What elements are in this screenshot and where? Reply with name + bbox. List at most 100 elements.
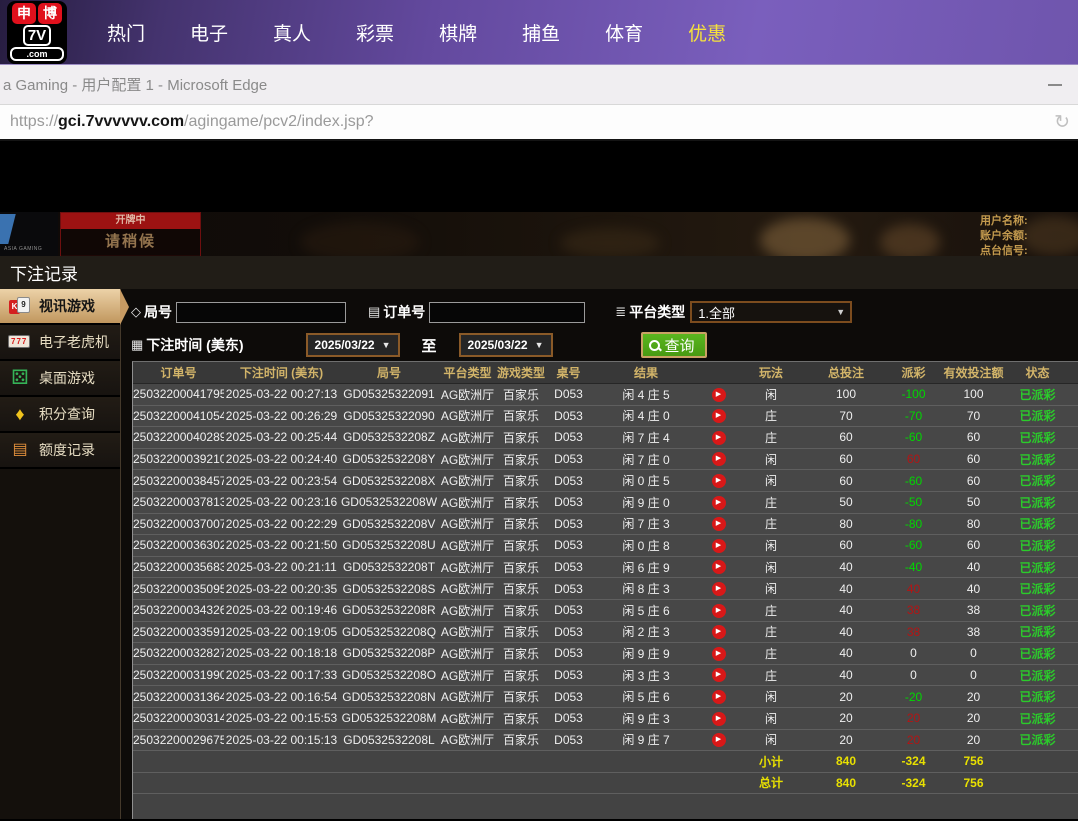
cell-bet: 40 bbox=[806, 668, 886, 682]
cell-round: GD05325322091 bbox=[339, 387, 439, 401]
nav-item[interactable]: 彩票 bbox=[356, 19, 394, 46]
cell-order: 250322000328270 bbox=[133, 646, 224, 660]
cell-valid: 80 bbox=[941, 517, 1006, 531]
nav-item[interactable]: 体育 bbox=[605, 19, 643, 46]
nav-item[interactable]: 热门 bbox=[107, 19, 145, 46]
logo-badge-right: 博 bbox=[38, 3, 62, 24]
dice-icon bbox=[8, 369, 32, 387]
bet-time-label: 下注时间 (美东) bbox=[146, 335, 243, 355]
cell-result: 闲 2 庄 3 bbox=[591, 623, 701, 640]
url-path: /agingame/pcv2/index.jsp? bbox=[184, 113, 373, 131]
cell-game: 百家乐 bbox=[496, 494, 546, 511]
replay-video-icon[interactable]: ▶ bbox=[712, 582, 726, 596]
cell-platform: AG欧洲厅 bbox=[439, 688, 496, 705]
cell-result: 闲 6 庄 9 bbox=[591, 559, 701, 576]
sidebar-item[interactable]: 桌面游戏 bbox=[0, 361, 120, 397]
refresh-icon[interactable]: ↻ bbox=[1054, 111, 1070, 134]
replay-video-icon[interactable]: ▶ bbox=[712, 474, 726, 488]
replay-video-icon[interactable]: ▶ bbox=[712, 517, 726, 531]
sidebar-item[interactable]: 电子老虎机 bbox=[0, 325, 120, 361]
cell-replay: ▶ bbox=[701, 711, 736, 726]
cell-table: D053 bbox=[546, 603, 591, 617]
cell-valid: 50 bbox=[941, 495, 1006, 509]
document-icon bbox=[8, 441, 32, 459]
cell-platform: AG欧洲厅 bbox=[439, 407, 496, 424]
cell-time: 2025-03-22 00:15:53 bbox=[224, 711, 339, 725]
cell-result: 闲 8 庄 3 bbox=[591, 580, 701, 597]
cell-status: 已派彩 bbox=[1006, 667, 1069, 684]
replay-video-icon[interactable]: ▶ bbox=[712, 733, 726, 747]
nav-item[interactable]: 真人 bbox=[273, 19, 311, 46]
url-domain: gci.7vvvvvv.com bbox=[58, 113, 184, 131]
replay-video-icon[interactable]: ▶ bbox=[712, 388, 726, 402]
replay-video-icon[interactable]: ▶ bbox=[712, 431, 726, 445]
sidebar-item[interactable]: 积分查询 bbox=[0, 397, 120, 433]
cell-payout: 38 bbox=[886, 603, 941, 617]
cell-payout: -60 bbox=[886, 430, 941, 444]
cell-payout: -50 bbox=[886, 495, 941, 509]
nav-item[interactable]: 优惠 bbox=[688, 19, 726, 46]
address-bar[interactable]: https://gci.7vvvvvv.com/agingame/pcv2/in… bbox=[0, 104, 1078, 141]
cell-round: GD0532532208W bbox=[339, 495, 439, 509]
table-row: 2503220003031422025-03-22 00:15:53GD0532… bbox=[133, 708, 1078, 730]
header-cell: 局号 bbox=[339, 364, 439, 381]
cell-result: 闲 4 庄 5 bbox=[591, 386, 701, 403]
cell-play: 庄 bbox=[736, 623, 806, 640]
search-button[interactable]: 查询 bbox=[641, 332, 707, 358]
cell-table: D053 bbox=[546, 409, 591, 423]
cell-game: 百家乐 bbox=[496, 688, 546, 705]
cell-order: 250322000410546 bbox=[133, 409, 224, 423]
cell-round: GD0532532208P bbox=[339, 646, 439, 660]
cell-time: 2025-03-22 00:19:46 bbox=[224, 603, 339, 617]
nav-item[interactable]: 棋牌 bbox=[439, 19, 477, 46]
cell-round: GD0532532208U bbox=[339, 538, 439, 552]
site-logo[interactable]: 申 博 7V .com bbox=[7, 1, 67, 64]
replay-video-icon[interactable]: ▶ bbox=[712, 668, 726, 682]
replay-video-icon[interactable]: ▶ bbox=[712, 539, 726, 553]
cell-status: 已派彩 bbox=[1006, 537, 1069, 554]
cell-play: 闲 bbox=[736, 386, 806, 403]
sidebar-item[interactable]: 额度记录 bbox=[0, 433, 120, 469]
date-from-select[interactable]: 2025/03/22 ▼ bbox=[306, 333, 400, 357]
platform-list-icon: ≣ bbox=[615, 304, 626, 320]
slot-icon bbox=[8, 333, 32, 351]
account-label: 用户名称: bbox=[980, 214, 1078, 229]
round-no-input[interactable] bbox=[176, 302, 346, 323]
replay-video-icon[interactable]: ▶ bbox=[712, 560, 726, 574]
platform-type-select[interactable]: 1.全部 ▼ bbox=[690, 301, 852, 323]
replay-video-icon[interactable]: ▶ bbox=[712, 604, 726, 618]
tag-icon: ◇ bbox=[131, 304, 141, 320]
table-row: 2503220003509522025-03-22 00:20:35GD0532… bbox=[133, 578, 1078, 600]
cell-play: 庄 bbox=[736, 515, 806, 532]
replay-video-icon[interactable]: ▶ bbox=[712, 496, 726, 510]
sidebar-item[interactable]: 视讯游戏 bbox=[0, 289, 120, 325]
cell-game: 百家乐 bbox=[496, 602, 546, 619]
date-to-select[interactable]: 2025/03/22 ▼ bbox=[459, 333, 553, 357]
minimize-button[interactable] bbox=[1048, 84, 1062, 86]
order-no-input[interactable] bbox=[429, 302, 585, 323]
asia-gaming-text: ASIA GAMING bbox=[4, 246, 42, 252]
replay-video-icon[interactable]: ▶ bbox=[712, 647, 726, 661]
page-title: 下注记录 bbox=[10, 260, 78, 285]
cell-payout: -80 bbox=[886, 517, 941, 531]
cell-round: GD0532532208V bbox=[339, 517, 439, 531]
replay-video-icon[interactable]: ▶ bbox=[712, 690, 726, 704]
replay-video-icon[interactable]: ▶ bbox=[712, 625, 726, 639]
replay-video-icon[interactable]: ▶ bbox=[712, 712, 726, 726]
subtotal-row: 小计840-324756 bbox=[133, 751, 1078, 773]
cell-result: 闲 7 庄 0 bbox=[591, 451, 701, 468]
cell-platform: AG欧洲厅 bbox=[439, 667, 496, 684]
cell-result: 闲 7 庄 4 bbox=[591, 429, 701, 446]
replay-video-icon[interactable]: ▶ bbox=[712, 409, 726, 423]
chevron-down-icon: ▼ bbox=[382, 340, 391, 350]
nav-item[interactable]: 捕鱼 bbox=[522, 19, 560, 46]
cell-game: 百家乐 bbox=[496, 537, 546, 554]
cell-table: D053 bbox=[546, 387, 591, 401]
cell-time: 2025-03-22 00:16:54 bbox=[224, 690, 339, 704]
cell-round: GD0532532208Y bbox=[339, 452, 439, 466]
replay-video-icon[interactable]: ▶ bbox=[712, 452, 726, 466]
header-cell: 结果 bbox=[591, 364, 701, 381]
nav-item[interactable]: 电子 bbox=[190, 19, 228, 46]
cell-platform: AG欧洲厅 bbox=[439, 559, 496, 576]
cell-valid: 100 bbox=[941, 387, 1006, 401]
